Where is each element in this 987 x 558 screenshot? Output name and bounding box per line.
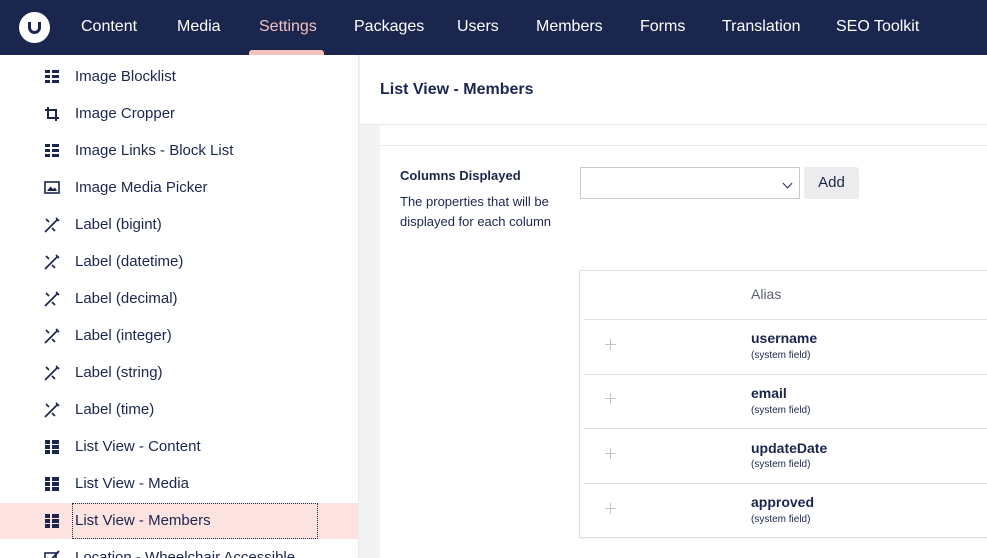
tree-item-label-bigint[interactable]: Label (bigint) [0,207,358,243]
nav-seo-toolkit[interactable]: SEO Toolkit [836,0,919,55]
tree-item-list-view-media[interactable]: List View - Media [0,466,358,502]
tree-item-label: List View - Content [75,438,201,455]
tree-item-label: Label (bigint) [75,216,162,233]
row-alias: email [751,385,787,401]
label-icon [44,254,60,270]
crop-icon [45,107,59,121]
picture-icon [44,181,60,194]
column-header-alias: Alias [751,286,782,302]
nav-translation[interactable]: Translation [722,0,801,55]
panel-divider [380,145,987,146]
tree-item-label: Label (integer) [75,327,172,344]
tree-item-image-links-block-list[interactable]: Image Links - Block List [0,133,358,169]
tree-item-list-view-members[interactable]: List View - Members [0,503,358,539]
row-system-field: (system field) [751,514,811,525]
tree-item-label: Image Links - Block List [75,142,234,159]
list-view-icon [45,514,59,528]
tree-item-label: Label (string) [75,364,163,381]
tree-item-label-string[interactable]: Label (string) [0,355,358,391]
tree-item-label-integer[interactable]: Label (integer) [0,318,358,354]
tree-item-label-time[interactable]: Label (time) [0,392,358,428]
tree-item-label-decimal[interactable]: Label (decimal) [0,281,358,317]
umbraco-logo-icon[interactable] [19,12,50,43]
tree-item-image-cropper[interactable]: Image Cropper [0,96,358,132]
table-row: username (system field) [584,319,987,373]
nav-packages[interactable]: Packages [354,0,424,55]
tree-item-label: Label (time) [75,401,155,418]
row-alias: approved [751,494,815,510]
tree-item-label-datetime[interactable]: Label (datetime) [0,244,358,280]
label-icon [44,217,60,233]
top-navigation: Content Media Settings Packages Users Me… [0,0,987,55]
row-system-field: (system field) [751,350,811,361]
drag-handle-icon[interactable] [605,503,616,514]
row-system-field: (system field) [751,459,811,470]
tree-item-image-blocklist[interactable]: Image Blocklist [0,59,358,95]
sidebar-tree: Image Blocklist Image Cropper Image Link… [0,55,359,558]
block-list-icon [45,70,59,83]
nav-media[interactable]: Media [177,0,221,55]
tree-item-image-media-picker[interactable]: Image Media Picker [0,170,358,206]
tree-item-label: Label (decimal) [75,290,178,307]
tree-item-label: Image Blocklist [75,68,176,85]
row-alias: updateDate [751,440,828,456]
nav-forms[interactable]: Forms [640,0,685,55]
property-label: Columns Displayed [400,168,521,183]
list-view-icon [45,440,59,454]
table-row: updateDate (system field) [584,428,987,482]
chevron-down-icon [782,178,793,189]
tree-item-label: Location - Wheelchair Accessible [75,549,296,558]
row-alias: username [751,330,818,346]
block-list-icon [45,144,59,157]
add-button[interactable]: Add [804,167,859,199]
nav-users[interactable]: Users [457,0,499,55]
label-icon [44,365,60,381]
table-row: email (system field) [584,374,987,428]
drag-handle-icon[interactable] [605,339,616,350]
page-title: List View - Members [380,81,534,98]
label-icon [44,402,60,418]
nav-content[interactable]: Content [81,0,137,55]
tree-item-label: Label (datetime) [75,253,184,270]
column-select[interactable] [580,167,800,199]
table-row: approved (system field) [584,483,987,537]
label-icon [44,328,60,344]
checkbox-icon [44,550,60,558]
tree-item-label: Image Media Picker [75,179,208,196]
row-system-field: (system field) [751,405,811,416]
drag-handle-icon[interactable] [605,393,616,404]
tree-item-label: Image Cropper [75,105,176,122]
nav-members[interactable]: Members [536,0,603,55]
tree-item-list-view-content[interactable]: List View - Content [0,429,358,465]
drag-handle-icon[interactable] [605,448,616,459]
list-view-icon [45,477,59,491]
tree-item-label: List View - Media [75,475,189,492]
editor-header: List View - Members [360,55,987,125]
tree-item-label: List View - Members [72,503,318,539]
tree-item-location-wheelchair-accessible[interactable]: Location - Wheelchair Accessible [0,540,358,558]
property-description: The properties that will be displayed fo… [400,194,552,229]
label-icon [44,291,60,307]
nav-settings[interactable]: Settings [259,0,317,55]
